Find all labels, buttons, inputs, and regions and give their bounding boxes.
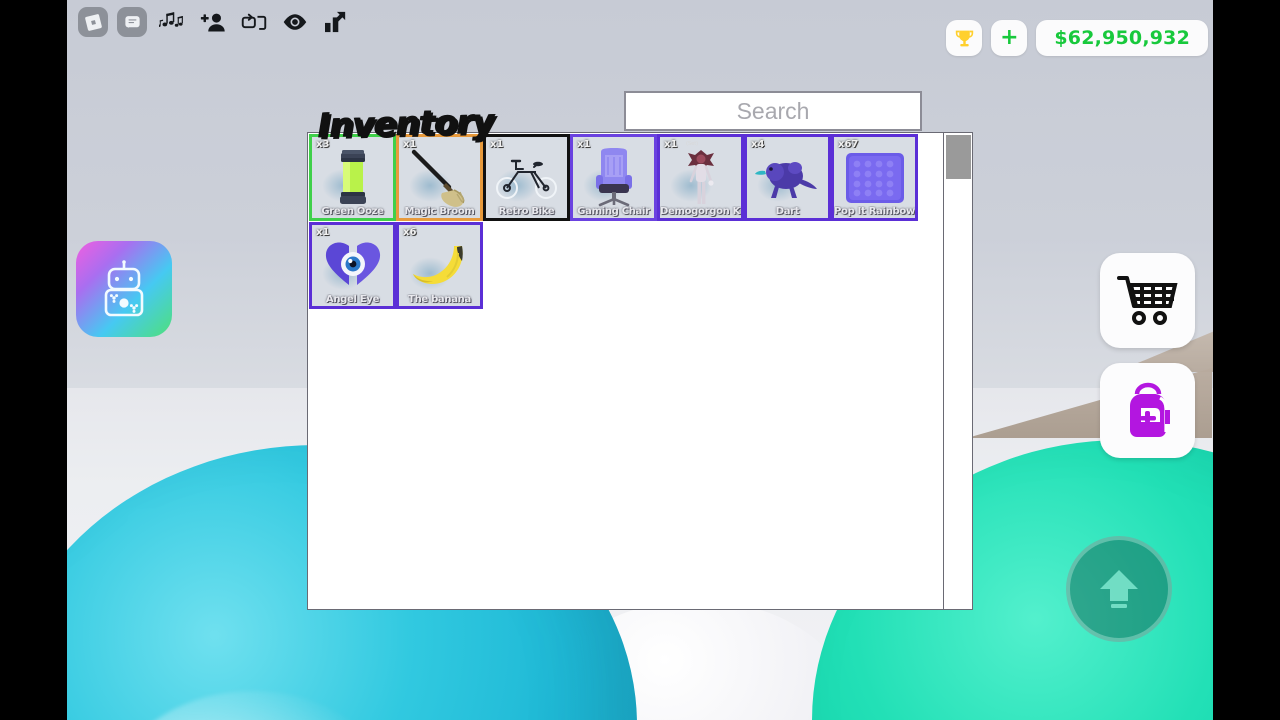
robot-icon [104,260,144,317]
item-quantity: x67 [838,139,859,150]
inventory-item[interactable]: x67 Pop It Rainbow! [831,134,918,221]
eye-icon[interactable] [279,7,311,37]
cash-display[interactable]: $62,950,932 [1036,20,1208,56]
currency-bar: + $62,950,932 [946,20,1208,56]
scrollbar-track[interactable] [943,133,972,609]
item-name: Retro Bike [498,206,555,217]
backpack-icon [1129,382,1170,437]
letterbox-left [0,0,67,720]
item-name: Angel Eye [325,294,380,305]
inventory-item[interactable]: x1 (Set) Demogorgon Kawaii [657,134,744,221]
inventory-item[interactable]: x1 Retro Bike [483,134,570,221]
item-name: Gaming Chair [577,206,650,217]
page-title: Inventory [317,101,495,147]
inventory-item[interactable]: x4 Dart [744,134,831,221]
music-notes-icon[interactable] [156,7,188,37]
item-quantity: x4 [751,139,765,150]
add-currency-button[interactable]: + [991,20,1028,56]
stats-icon[interactable] [320,7,352,37]
item-quantity: x1 [664,139,678,150]
inventory-panel: x3 Green Ooze x1 Magic Broom x1 Retro Bike … [307,132,973,610]
item-name: Green Ooze [321,206,384,217]
item-name: Dart [775,206,800,217]
up-arrow-icon [1100,570,1138,608]
inventory-item[interactable]: x1 Angel Eye [309,222,396,309]
pet-robot-button[interactable] [76,241,172,337]
item-name: The banana [408,294,471,305]
chat-icon[interactable] [117,7,147,37]
inventory-item[interactable]: x6 The banana [396,222,483,309]
plus-icon: + [1000,25,1019,50]
item-subtag: (Set) [686,141,699,147]
cash-amount: $62,950,932 [1054,27,1190,49]
inventory-grid-viewport: x3 Green Ooze x1 Magic Broom x1 Retro Bike … [308,133,943,609]
trophy-icon [955,30,974,46]
item-quantity: x1 [577,139,591,150]
item-name: Demogorgon Kawaii [660,206,741,217]
roblox-logo-icon[interactable] [78,7,108,37]
add-friend-icon[interactable] [197,7,229,37]
shop-cart-button[interactable] [1100,253,1195,348]
letterbox-right [1213,0,1280,720]
item-quantity: x6 [403,227,417,238]
item-name: Pop It Rainbow! [834,206,915,217]
roblox-topbar [78,5,352,39]
game-screen: + $62,950,932 Inventory x3Green Ooze x1M… [0,0,1280,720]
backpack-button[interactable] [1100,363,1195,458]
inventory-item[interactable]: x1 Gaming Chair [570,134,657,221]
inventory-item[interactable]: x3 Green Ooze [309,134,396,221]
trophy-button[interactable] [946,20,983,56]
jump-button[interactable] [1066,536,1172,642]
scrollbar-thumb[interactable] [946,135,971,179]
search-input[interactable] [626,97,920,125]
inventory-item[interactable]: x1 Magic Broom [396,134,483,221]
inventory-grid: x3 Green Ooze x1 Magic Broom x1 Retro Bike … [308,133,943,310]
screen-capture-icon[interactable] [238,7,270,37]
search-box[interactable] [624,91,922,131]
shopping-cart-icon [1116,275,1178,325]
item-name: Magic Broom [404,206,475,217]
item-quantity: x1 [316,227,330,238]
